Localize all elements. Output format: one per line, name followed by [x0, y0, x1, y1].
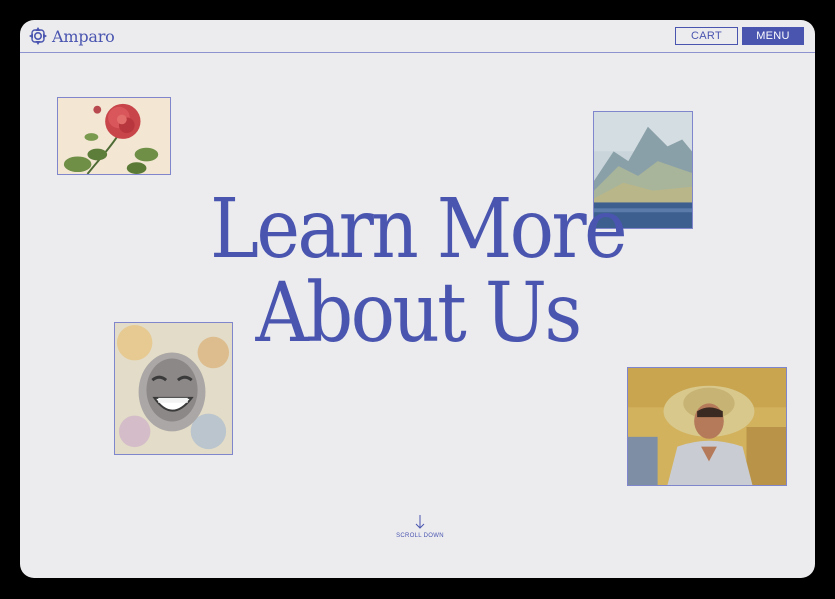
- hero-line-1: Learn More: [210, 182, 628, 277]
- page-frame: Amparo CART MENU Learn More About Us SCR…: [20, 20, 815, 578]
- amparo-logo-icon: [28, 26, 48, 46]
- menu-button[interactable]: MENU: [742, 27, 804, 45]
- rose-painting: [57, 97, 171, 175]
- arrow-down-icon: [370, 515, 470, 529]
- hero-line-2: About Us: [255, 266, 582, 361]
- woman-in-straw-hat-painting: [627, 367, 787, 486]
- brand-logo[interactable]: Amparo: [28, 26, 115, 46]
- hero-headline: Learn More About Us: [20, 188, 815, 356]
- cart-button[interactable]: CART: [675, 27, 738, 45]
- scroll-down-label: SCROLL DOWN: [396, 533, 444, 539]
- top-bar: Amparo CART MENU: [20, 20, 815, 53]
- brand-name: Amparo: [52, 26, 115, 46]
- scroll-down-indicator[interactable]: SCROLL DOWN: [370, 515, 470, 539]
